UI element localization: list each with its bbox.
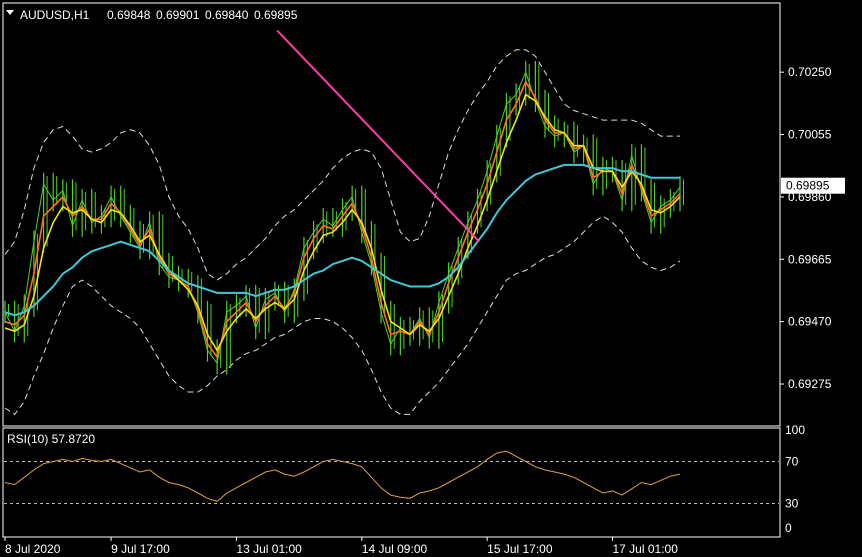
ohlc-high: 0.69901: [156, 8, 200, 22]
time-tick-label: 8 Jul 2020: [5, 542, 61, 556]
time-tick-label: 14 Jul 09:00: [362, 542, 428, 556]
price-tick-label: 0.69665: [788, 252, 832, 266]
time-tick-label: 17 Jul 01:00: [613, 542, 679, 556]
time-axis: 8 Jul 2020 9 Jul 17:00 13 Jul 01:00 14 Jul …: [4, 537, 679, 556]
time-tick-label: 13 Jul 01:00: [236, 542, 302, 556]
ohlc-low: 0.69840: [205, 8, 249, 22]
current-price-tag: 0.69895: [781, 177, 845, 194]
rsi-tick-label: 100: [785, 423, 805, 437]
rsi-panel-frame: [2, 427, 781, 538]
symbol-label: AUDUSD,H1: [20, 8, 90, 22]
price-tick-label: 0.69275: [788, 377, 832, 391]
ohlc-open: 0.69848: [107, 8, 151, 22]
price-axis: 0.702500.700550.698600.696650.694700.692…: [780, 65, 832, 391]
chart-stage: 0.702500.700550.698600.696650.694700.692…: [2, 2, 845, 556]
rsi-tick-label: 0: [785, 521, 792, 535]
time-tick-label: 9 Jul 17:00: [111, 542, 170, 556]
price-tick-label: 0.70055: [788, 128, 832, 142]
current-price-label: 0.69895: [786, 179, 830, 193]
rsi-indicator-label: RSI(10) 57.8720: [7, 432, 95, 446]
price-tick-label: 0.69470: [788, 315, 832, 329]
rsi-tick-label: 70: [785, 455, 799, 469]
rsi-axis: 100 70 30 0: [785, 423, 805, 535]
rsi-tick-label: 30: [785, 497, 799, 511]
price-tick-label: 0.70250: [788, 65, 832, 79]
ohlc-close: 0.69895: [254, 8, 298, 22]
time-tick-label: 15 Jul 17:00: [487, 542, 553, 556]
